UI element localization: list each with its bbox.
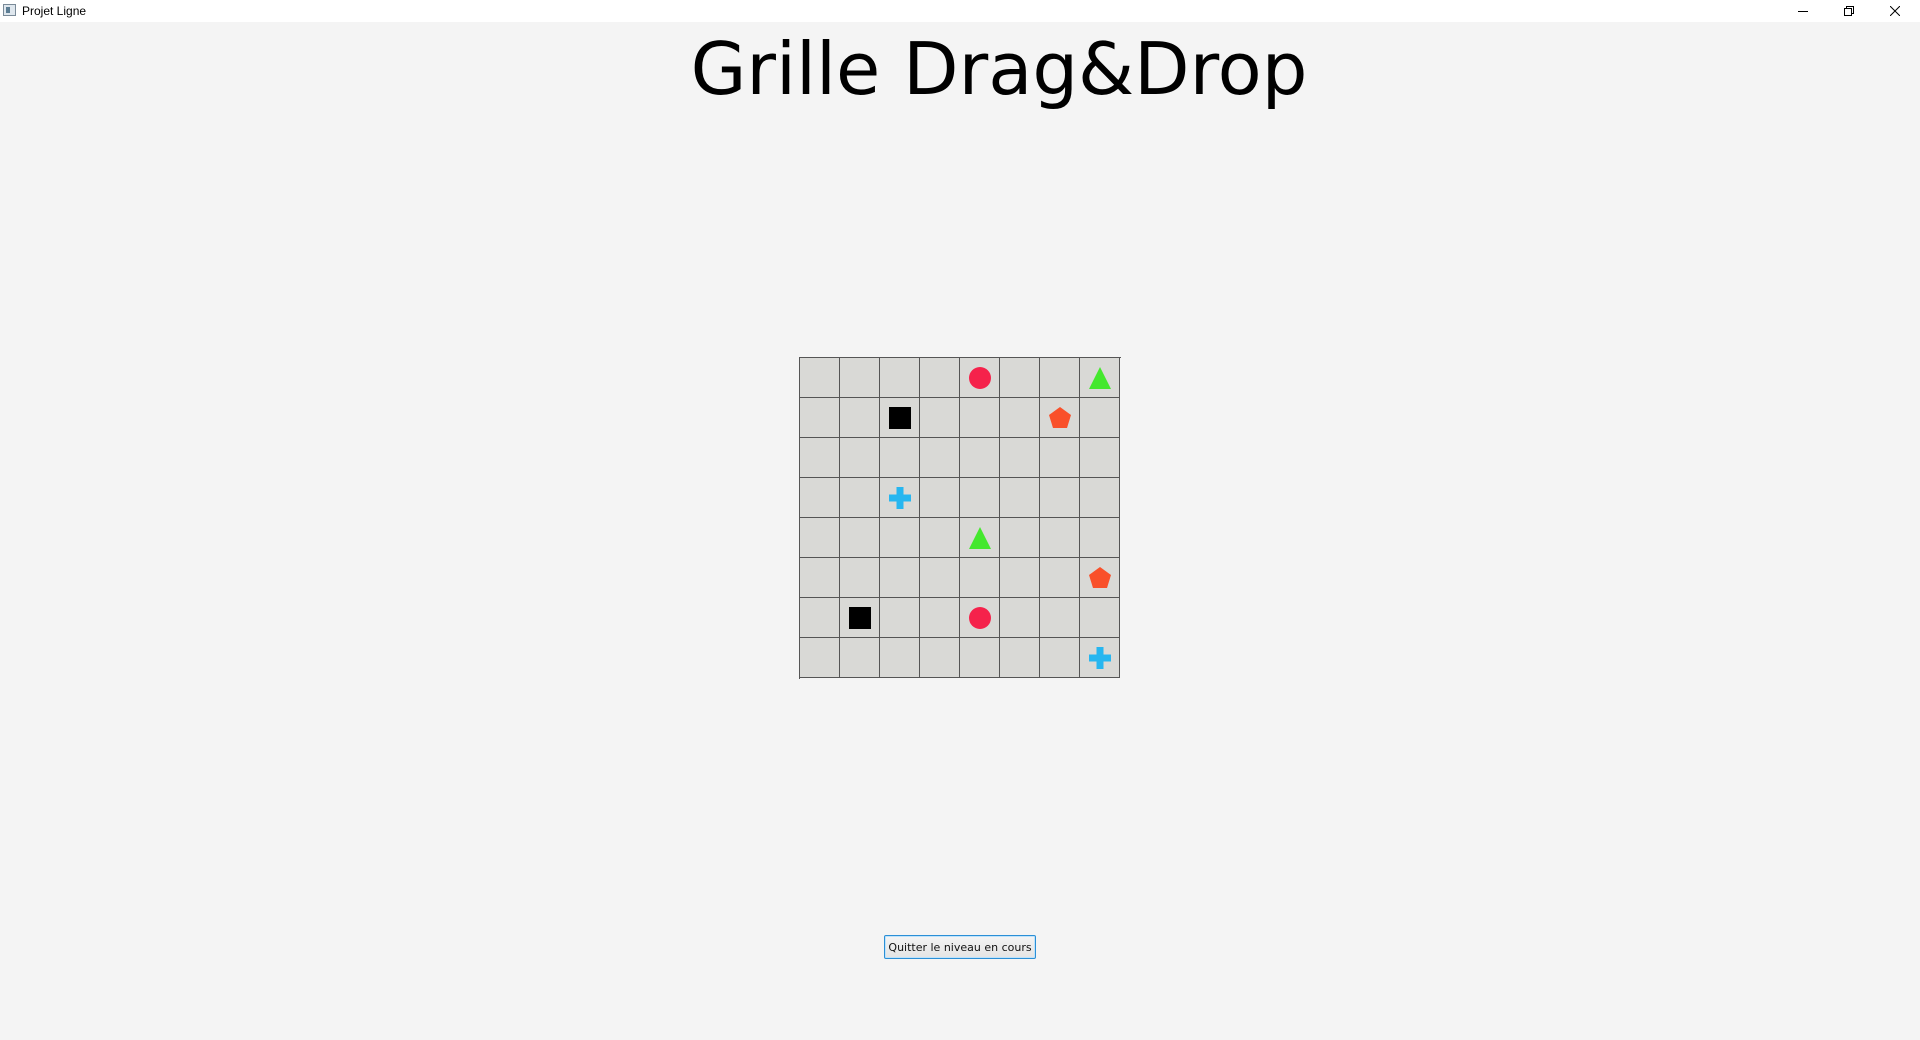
grid-cell[interactable] xyxy=(1000,598,1040,638)
triangle-shape xyxy=(1088,366,1111,389)
page-title-container: Grille Drag&Drop xyxy=(0,24,1920,114)
grid-cell[interactable] xyxy=(1040,478,1080,518)
grid-cell[interactable] xyxy=(880,518,920,558)
grid-cell[interactable] xyxy=(960,518,1000,558)
close-button[interactable] xyxy=(1872,0,1918,22)
grid-cell[interactable] xyxy=(1040,438,1080,478)
grid-cell[interactable] xyxy=(1040,398,1080,438)
grid-cell[interactable] xyxy=(800,398,840,438)
circle-shape xyxy=(968,366,991,389)
grid-cell[interactable] xyxy=(920,598,960,638)
grid-cell[interactable] xyxy=(800,438,840,478)
grid-cell[interactable] xyxy=(840,358,880,398)
grid-cell[interactable] xyxy=(960,598,1000,638)
pentagon-shape xyxy=(1088,566,1111,588)
grid-cell[interactable] xyxy=(1000,358,1040,398)
cross-shape xyxy=(1088,646,1111,669)
grid-cell[interactable] xyxy=(840,398,880,438)
grid-cell[interactable] xyxy=(1040,598,1080,638)
grid-cell[interactable] xyxy=(800,518,840,558)
grid-cell[interactable] xyxy=(920,438,960,478)
grid-cell[interactable] xyxy=(1000,438,1040,478)
cross-piece-icon[interactable] xyxy=(888,486,912,510)
minimize-icon xyxy=(1798,11,1808,12)
grid-cell[interactable] xyxy=(880,358,920,398)
grid-cell[interactable] xyxy=(840,438,880,478)
grid-cell[interactable] xyxy=(1000,398,1040,438)
game-grid xyxy=(799,357,1121,679)
grid-cell[interactable] xyxy=(960,398,1000,438)
restore-icon xyxy=(1844,6,1854,16)
grid-cell[interactable] xyxy=(840,638,880,678)
pentagon-piece-icon[interactable] xyxy=(1088,566,1112,590)
grid-cell[interactable] xyxy=(1080,558,1120,598)
grid-cell[interactable] xyxy=(1080,518,1120,558)
circle-shape xyxy=(968,606,991,629)
square-piece-icon[interactable] xyxy=(848,606,872,630)
grid-cell[interactable] xyxy=(800,598,840,638)
grid-cell[interactable] xyxy=(800,638,840,678)
grid-cell[interactable] xyxy=(1040,558,1080,598)
pentagon-shape xyxy=(1048,406,1071,428)
grid-cell[interactable] xyxy=(960,558,1000,598)
triangle-shape xyxy=(968,526,991,549)
grid-cell[interactable] xyxy=(1000,558,1040,598)
grid-cell[interactable] xyxy=(1080,398,1120,438)
quit-level-button[interactable]: Quitter le niveau en cours xyxy=(884,935,1036,959)
grid-cell[interactable] xyxy=(920,518,960,558)
grid-cell[interactable] xyxy=(960,358,1000,398)
grid-cell[interactable] xyxy=(960,438,1000,478)
grid-cell[interactable] xyxy=(1040,518,1080,558)
grid-cell[interactable] xyxy=(920,478,960,518)
grid-cell[interactable] xyxy=(880,398,920,438)
grid-cell[interactable] xyxy=(1040,358,1080,398)
grid-cell[interactable] xyxy=(1000,478,1040,518)
grid-cell[interactable] xyxy=(880,478,920,518)
triangle-piece-icon[interactable] xyxy=(968,526,992,550)
circle-piece-icon[interactable] xyxy=(968,606,992,630)
grid-cell[interactable] xyxy=(800,478,840,518)
pentagon-piece-icon[interactable] xyxy=(1048,406,1072,430)
grid-cell[interactable] xyxy=(1080,358,1120,398)
close-icon xyxy=(1890,6,1900,16)
grid-cell[interactable] xyxy=(920,638,960,678)
grid-cell[interactable] xyxy=(880,598,920,638)
restore-button[interactable] xyxy=(1826,0,1872,22)
cross-piece-icon[interactable] xyxy=(1088,646,1112,670)
grid-cell[interactable] xyxy=(880,638,920,678)
grid-cell[interactable] xyxy=(1080,478,1120,518)
triangle-piece-icon[interactable] xyxy=(1088,366,1112,390)
grid-cell[interactable] xyxy=(800,358,840,398)
grid-cell[interactable] xyxy=(880,558,920,598)
page-title: Grille Drag&Drop xyxy=(690,27,1308,111)
circle-piece-icon[interactable] xyxy=(968,366,992,390)
grid-cell[interactable] xyxy=(1040,638,1080,678)
cross-shape xyxy=(888,486,911,509)
grid-cell[interactable] xyxy=(1080,438,1120,478)
grid-cell[interactable] xyxy=(840,558,880,598)
app-icon xyxy=(3,4,16,16)
grid-cell[interactable] xyxy=(840,598,880,638)
square-shape xyxy=(888,406,911,429)
grid-cell[interactable] xyxy=(840,478,880,518)
grid-cell[interactable] xyxy=(920,358,960,398)
square-piece-icon[interactable] xyxy=(888,406,912,430)
grid-cell[interactable] xyxy=(960,638,1000,678)
window-title: Projet Ligne xyxy=(22,4,87,18)
square-shape xyxy=(848,606,871,629)
grid-cell[interactable] xyxy=(960,478,1000,518)
grid-cell[interactable] xyxy=(1000,518,1040,558)
window-titlebar: Projet Ligne xyxy=(0,0,1920,22)
grid-cell[interactable] xyxy=(800,558,840,598)
grid-cell[interactable] xyxy=(1080,598,1120,638)
grid-cell[interactable] xyxy=(840,518,880,558)
grid-cell[interactable] xyxy=(920,398,960,438)
grid-cell[interactable] xyxy=(920,558,960,598)
grid-cell[interactable] xyxy=(1000,638,1040,678)
minimize-button[interactable] xyxy=(1780,0,1826,22)
grid-cell[interactable] xyxy=(880,438,920,478)
grid-cell[interactable] xyxy=(1080,638,1120,678)
